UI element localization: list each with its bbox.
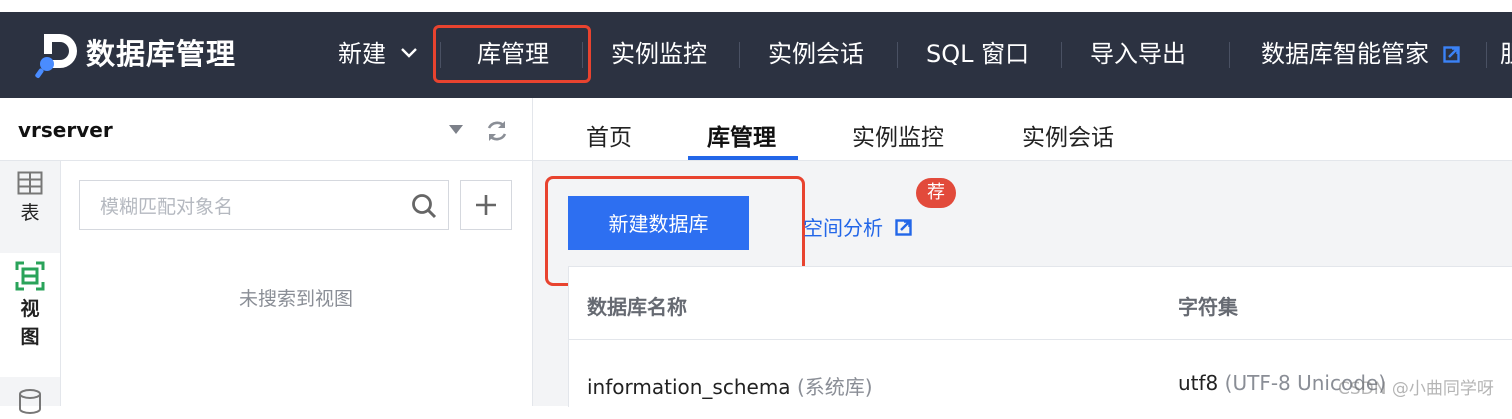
- space-analysis-label: 空间分析: [803, 216, 883, 240]
- add-object-button[interactable]: [460, 180, 512, 230]
- nav-divider: [739, 42, 740, 68]
- refresh-icon[interactable]: [484, 118, 510, 144]
- table-header: 数据库名称 字符集: [569, 267, 1512, 340]
- main-content: 首页 库管理 实例监控 实例会话 新建数据库 空间分析 荐 数据库名称 字符集 …: [533, 98, 1512, 407]
- nav-new-menu[interactable]: 新建: [338, 34, 418, 74]
- recommend-badge: 荐: [916, 178, 956, 208]
- nav-db-smart-butler-label: 数据库智能管家: [1261, 40, 1429, 68]
- view-icon: [15, 261, 45, 291]
- column-header-db-name[interactable]: 数据库名称: [587, 291, 687, 320]
- empty-state-text: 未搜索到视图: [238, 288, 353, 310]
- tab-db-management[interactable]: 库管理: [707, 118, 776, 152]
- caret-down-icon[interactable]: [449, 125, 463, 134]
- app-title: 数据库管理: [86, 37, 237, 71]
- nav-divider: [1061, 42, 1062, 68]
- active-tab-indicator: [688, 156, 798, 160]
- tab-views-label-1: 视: [20, 298, 40, 320]
- tab-tables-label: 表: [20, 202, 40, 224]
- top-strip: [0, 0, 1512, 12]
- db-name: information_schema: [587, 375, 791, 399]
- search-icon[interactable]: [410, 192, 438, 220]
- database-icon: [19, 389, 41, 414]
- tab-views[interactable]: 视 图: [0, 253, 60, 377]
- db-name-cell: information_schema (系统库): [587, 371, 873, 400]
- main-tabs: 首页 库管理 实例监控 实例会话: [533, 98, 1512, 161]
- external-link-icon: [1442, 46, 1460, 63]
- charset: utf8: [1178, 371, 1219, 395]
- tab-views-label-2: 图: [20, 326, 40, 348]
- nav-new-label: 新建: [338, 40, 386, 68]
- search-input[interactable]: [98, 191, 402, 223]
- sidebar: vrserver 表 视 图 模糊匹配对象名 未搜索到视图: [0, 98, 533, 414]
- top-navbar: 数据库管理 新建 库管理 实例监控 实例会话 SQL 窗口 导入导出 数据库智能…: [0, 12, 1512, 98]
- nav-divider: [1229, 42, 1230, 68]
- chevron-down-icon: [400, 48, 417, 58]
- column-header-charset[interactable]: 字符集: [1178, 291, 1238, 320]
- tab-instance-session[interactable]: 实例会话: [1022, 118, 1114, 152]
- nav-instance-monitor[interactable]: 实例监控: [611, 34, 707, 74]
- instance-name: vrserver: [18, 118, 113, 142]
- space-analysis-link[interactable]: 空间分析: [803, 212, 913, 241]
- nav-db-smart-butler[interactable]: 数据库智能管家: [1261, 34, 1460, 74]
- nav-import-export[interactable]: 导入导出: [1090, 34, 1186, 74]
- tab-instance-monitor[interactable]: 实例监控: [852, 118, 944, 152]
- app-logo-icon: [35, 34, 77, 79]
- external-link-icon: [895, 219, 913, 236]
- object-search-box: [79, 180, 449, 230]
- db-tag: (系统库): [796, 375, 873, 399]
- nav-highlight-box: [433, 25, 591, 83]
- nav-divider: [897, 42, 898, 68]
- table-icon: [17, 171, 43, 195]
- instance-selector[interactable]: vrserver: [0, 98, 532, 161]
- tab-home[interactable]: 首页: [586, 118, 632, 152]
- nav-instance-session[interactable]: 实例会话: [768, 34, 864, 74]
- nav-sql-window[interactable]: SQL 窗口: [926, 34, 1029, 74]
- nav-divider: [1486, 42, 1487, 68]
- tab-tables[interactable]: 表: [0, 161, 60, 253]
- watermark: CSDN @小曲同学呀: [1338, 379, 1494, 399]
- object-type-tabs: 表 视 图: [0, 161, 61, 414]
- plus-icon: [476, 195, 496, 215]
- nav-item-cut-off[interactable]: 胆: [1500, 34, 1512, 74]
- tab-more[interactable]: [0, 377, 60, 414]
